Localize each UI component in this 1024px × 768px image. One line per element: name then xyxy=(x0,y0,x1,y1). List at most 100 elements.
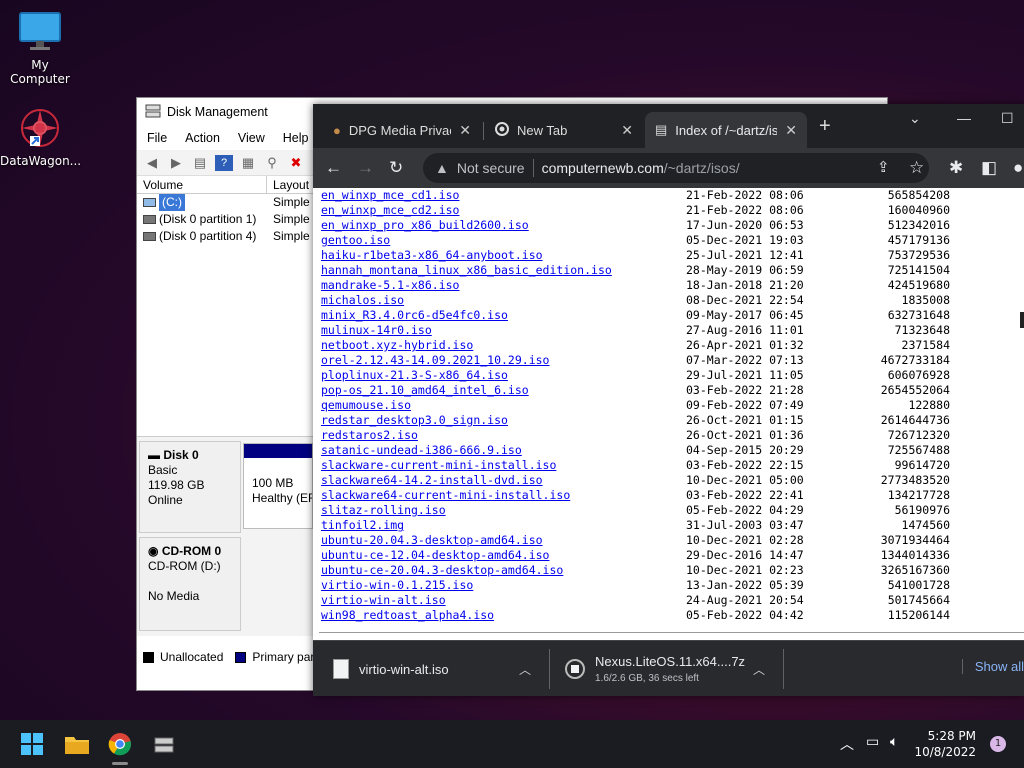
file-link[interactable]: minix_R3.4.0rc6-d5e4fc0.iso xyxy=(321,308,508,323)
tab-dpg-media[interactable]: ● DPG Media Privacy ✕ xyxy=(323,112,481,148)
file-row: en_winxp_pro_x86_build2600.iso 17-Jun-202… xyxy=(313,218,1024,233)
maximize-icon[interactable]: ☐ xyxy=(1001,110,1014,127)
file-link[interactable]: en_winxp_mce_cd2.iso xyxy=(321,203,459,218)
file-link[interactable]: ubuntu-20.04.3-desktop-amd64.iso xyxy=(321,533,543,548)
file-link[interactable]: en_winxp_mce_cd1.iso xyxy=(321,188,459,203)
profile-icon[interactable]: ● xyxy=(1013,158,1023,178)
file-size: 632731648 xyxy=(887,308,950,322)
column-layout[interactable]: Layout xyxy=(267,176,317,193)
delete-icon[interactable]: ✖ xyxy=(287,155,305,171)
file-link[interactable]: michalos.iso xyxy=(321,293,404,308)
volume-icon[interactable]: 🔈︎ xyxy=(890,734,898,750)
clock[interactable]: 5:28 PM 10/8/2022 xyxy=(914,728,976,760)
file-link[interactable]: gentoo.iso xyxy=(321,233,390,248)
tab-title: DPG Media Privacy xyxy=(348,122,452,138)
menu-help[interactable]: Help xyxy=(283,131,309,145)
file-link[interactable]: haiku-r1beta3-x86_64-anyboot.iso xyxy=(321,248,543,263)
file-link[interactable]: satanic-undead-i386-666.9.iso xyxy=(321,443,522,458)
file-link[interactable]: ploplinux-21.3-S-x86_64.iso xyxy=(321,368,508,383)
file-link[interactable]: win98_redtoast_alpha4.iso xyxy=(321,608,494,623)
tab-new-tab[interactable]: New Tab ✕ xyxy=(485,112,643,148)
console-icon[interactable]: ▦ xyxy=(239,155,257,171)
connect-icon[interactable]: ⚲ xyxy=(263,155,281,171)
desktop-icon-my-computer[interactable]: My Computer xyxy=(0,10,80,86)
legend-label: Primary parti xyxy=(252,650,321,664)
legend-label: Unallocated xyxy=(160,650,224,664)
download-item[interactable]: virtio-win-alt.iso xyxy=(333,641,533,697)
browser-window[interactable]: ● DPG Media Privacy ✕ New Tab ✕ ▤ Index … xyxy=(313,104,1024,696)
menu-action[interactable]: Action xyxy=(185,131,220,145)
download-item[interactable]: Nexus.LiteOS.11.x64....7z 1.6/2.6 GB, 36… xyxy=(565,641,765,697)
file-link[interactable]: slackware-current-mini-install.iso xyxy=(321,458,556,473)
file-link[interactable]: pop-os_21.10_amd64_intel_6.iso xyxy=(321,383,529,398)
menu-file[interactable]: File xyxy=(147,131,167,145)
column-volume[interactable]: Volume xyxy=(137,176,267,193)
file-size: 2371584 xyxy=(901,338,950,352)
tab-index-of-isos[interactable]: ▤ Index of /~dartz/is ✕ xyxy=(645,112,807,148)
help-icon[interactable]: ? xyxy=(215,154,233,171)
start-windows-icon[interactable] xyxy=(20,732,44,756)
file-link[interactable]: slitaz-rolling.iso xyxy=(321,503,446,518)
tab-strip: ● DPG Media Privacy ✕ New Tab ✕ ▤ Index … xyxy=(313,104,1024,148)
close-icon[interactable]: ✕ xyxy=(785,122,797,139)
bookmark-star-icon[interactable]: ☆ xyxy=(909,158,924,178)
file-link[interactable]: hannah_montana_linux_x86_basic_edition.i… xyxy=(321,263,612,278)
file-link[interactable]: mulinux-14r0.iso xyxy=(321,323,432,338)
file-link[interactable]: en_winxp_pro_x86_build2600.iso xyxy=(321,218,529,233)
side-panel-icon[interactable]: ◧ xyxy=(981,158,997,178)
disk-icon: ▬ xyxy=(148,448,160,462)
disk-management-taskbar-icon[interactable] xyxy=(152,732,176,756)
back-arrow-icon[interactable]: ◀ xyxy=(143,155,161,171)
chevron-up-icon[interactable]: ︿ xyxy=(840,734,854,754)
file-link[interactable]: mandrake-5.1-x86.iso xyxy=(321,278,459,293)
partition-block[interactable]: 100 MB Healthy (EF xyxy=(243,443,313,529)
desktop-icon-datawagon[interactable]: DataWagon... xyxy=(0,106,81,168)
forward-icon[interactable]: → xyxy=(357,158,374,178)
volume-layout: Simple xyxy=(273,229,310,243)
new-tab-icon[interactable]: + xyxy=(819,116,831,136)
tab-search-chevron-icon[interactable]: ⌄ xyxy=(909,110,921,127)
file-link[interactable]: qemumouse.iso xyxy=(321,398,411,413)
file-link[interactable]: virtio-win-0.1.215.iso xyxy=(321,578,473,593)
disk-0-label[interactable]: ▬ Disk 0 Basic 119.98 GB Online xyxy=(139,441,241,533)
forward-arrow-icon[interactable]: ▶ xyxy=(167,155,185,171)
network-icon[interactable]: ▭ xyxy=(866,734,879,750)
file-date: 08-Dec-2021 22:54 xyxy=(686,293,804,307)
file-link[interactable]: slackware64-current-mini-install.iso xyxy=(321,488,570,503)
minimize-icon[interactable]: — xyxy=(957,110,971,126)
disk-size: 119.98 GB xyxy=(148,478,205,492)
extensions-icon[interactable]: ✱ xyxy=(949,158,963,178)
file-link[interactable]: tinfoil2.img xyxy=(321,518,404,533)
share-icon[interactable]: ⇪ xyxy=(877,158,890,176)
file-row: en_winxp_mce_cd2.iso 21-Feb-2022 08:06 160… xyxy=(313,203,1024,218)
file-size: 541001728 xyxy=(887,578,950,592)
file-link[interactable]: ubuntu-ce-20.04.3-desktop-amd64.iso xyxy=(321,563,563,578)
file-link[interactable]: orel-2.12.43-14.09.2021_10.29.iso xyxy=(321,353,549,368)
chrome-icon[interactable] xyxy=(108,732,132,765)
close-icon[interactable]: ✕ xyxy=(621,122,633,139)
tab-title: Index of /~dartz/is xyxy=(675,122,778,138)
close-icon[interactable]: ✕ xyxy=(459,122,471,139)
chevron-up-icon[interactable]: ︿ xyxy=(519,661,531,678)
chevron-up-icon[interactable]: ︿ xyxy=(753,661,765,678)
file-date: 17-Jun-2020 06:53 xyxy=(686,218,804,232)
properties-icon[interactable]: ▤ xyxy=(191,155,209,171)
file-row: win98_redtoast_alpha4.iso 05-Feb-2022 04:… xyxy=(313,608,1024,623)
address-bar[interactable]: ▲ Not secure computernewb.com/~dartz/iso… xyxy=(423,153,929,183)
file-link[interactable]: netboot.xyz-hybrid.iso xyxy=(321,338,473,353)
file-explorer-icon[interactable] xyxy=(64,732,89,756)
file-link[interactable]: slackware64-14.2-install-dvd.iso xyxy=(321,473,543,488)
back-icon[interactable]: ← xyxy=(325,158,342,178)
notification-badge[interactable]: 1 xyxy=(990,736,1006,752)
file-link[interactable]: redstar_desktop3.0_sign.iso xyxy=(321,413,508,428)
file-date: 05-Dec-2021 19:03 xyxy=(686,233,804,247)
reload-icon[interactable]: ↻ xyxy=(389,158,403,178)
file-link[interactable]: virtio-win-alt.iso xyxy=(321,593,446,608)
file-link[interactable]: redstaros2.iso xyxy=(321,428,418,443)
file-size: 99614720 xyxy=(894,458,950,472)
show-all-downloads-link[interactable]: Show all xyxy=(961,659,1024,674)
cdrom-0-label[interactable]: ◉ CD-ROM 0 CD-ROM (D:) No Media xyxy=(139,537,241,631)
partition-status: Healthy (EF xyxy=(252,491,312,505)
menu-view[interactable]: View xyxy=(238,131,265,145)
file-link[interactable]: ubuntu-ce-12.04-desktop-amd64.iso xyxy=(321,548,549,563)
